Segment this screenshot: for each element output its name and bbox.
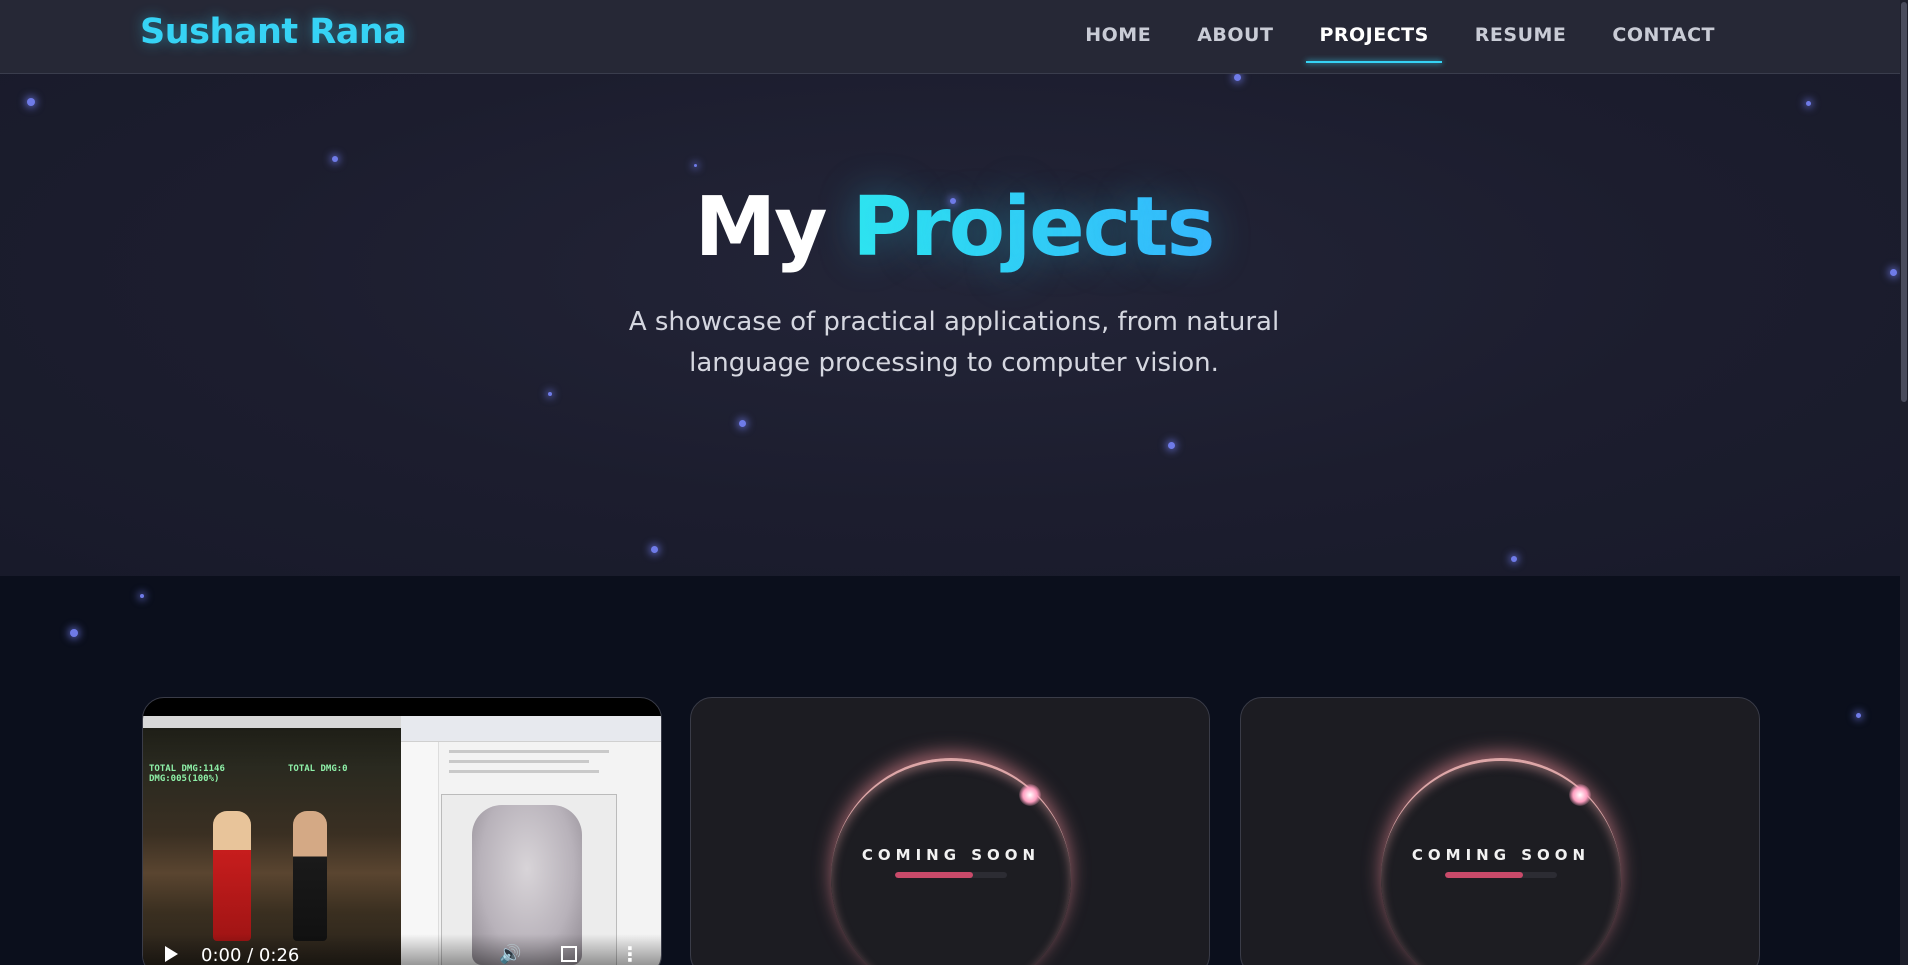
particle-dot [1511, 556, 1517, 562]
project-card-video[interactable]: TOTAL DMG:1146 DMG:005(100%) TOTAL DMG:0… [142, 697, 662, 965]
nav-link-about[interactable]: ABOUT [1174, 0, 1296, 74]
particle-dot [950, 198, 956, 204]
nav-link-projects[interactable]: PROJECTS [1296, 0, 1451, 74]
hero-subtitle: A showcase of practical applications, fr… [628, 307, 1280, 378]
top-nav: Sushant Rana HOME ABOUT PROJECTS RESUME … [0, 0, 1908, 74]
brand-logo[interactable]: Sushant Rana [140, 12, 407, 52]
coming-soon-label: COMING SOON [1411, 846, 1591, 864]
projects-section: TOTAL DMG:1146 DMG:005(100%) TOTAL DMG:0… [0, 576, 1908, 965]
particle-dot [1168, 442, 1175, 449]
progress-fill [895, 872, 974, 878]
hud-right: TOTAL DMG:0 [288, 764, 348, 774]
particle-dot [1890, 269, 1897, 276]
project-video[interactable]: TOTAL DMG:1146 DMG:005(100%) TOTAL DMG:0… [143, 716, 661, 965]
particle-dot [1234, 74, 1241, 81]
particle-dot [651, 546, 658, 553]
nav-link-contact[interactable]: CONTACT [1589, 0, 1738, 74]
particle-dot [739, 420, 746, 427]
fighter-red [213, 811, 251, 941]
light-flare [1569, 784, 1591, 806]
more-options-icon[interactable]: ⋮ [620, 942, 640, 965]
particle-dot [27, 98, 35, 106]
project-card-coming-soon[interactable]: COMING SOON [690, 697, 1210, 965]
explorer-toolbar [401, 716, 661, 742]
nav-links: HOME ABOUT PROJECTS RESUME CONTACT [1062, 0, 1738, 74]
explorer-row [449, 760, 589, 763]
particle-dot [70, 629, 78, 637]
progress-bar [1445, 872, 1557, 878]
video-time: 0:00 / 0:26 [201, 945, 300, 965]
coming-soon-label: COMING SOON [861, 846, 1041, 864]
page-title: My Projects [0, 180, 1908, 275]
particle-dot [548, 392, 552, 396]
particle-dot [694, 164, 697, 167]
title-word-my: My [694, 180, 828, 275]
explorer-sidebar [401, 742, 439, 965]
coming-soon-badge: COMING SOON [1381, 758, 1621, 965]
nav-link-resume[interactable]: RESUME [1452, 0, 1590, 74]
volume-icon[interactable]: 🔊 [499, 944, 521, 965]
particle-dot [1806, 101, 1811, 106]
scrollbar-thumb[interactable] [1901, 2, 1907, 402]
particle-dot [332, 156, 338, 162]
hero-section: My Projects A showcase of practical appl… [0, 74, 1908, 576]
explorer-row [449, 750, 609, 753]
page-scrollbar[interactable] [1900, 0, 1908, 965]
project-card-coming-soon[interactable]: COMING SOON [1240, 697, 1760, 965]
fullscreen-icon[interactable] [561, 946, 577, 962]
game-window-titlebar [143, 716, 401, 728]
title-word-projects: Projects [852, 180, 1215, 275]
coming-soon-badge: COMING SOON [831, 758, 1071, 965]
particle-dot [1856, 713, 1861, 718]
progress-bar [895, 872, 1007, 878]
fighter-dark [293, 811, 327, 941]
progress-fill [1445, 872, 1524, 878]
hud-left: TOTAL DMG:1146 DMG:005(100%) [149, 764, 225, 784]
light-flare [1019, 784, 1041, 806]
game-screen: TOTAL DMG:1146 DMG:005(100%) TOTAL DMG:0 [143, 716, 401, 965]
particle-dot [140, 594, 144, 598]
file-explorer-window [401, 716, 661, 965]
play-icon[interactable] [165, 946, 178, 962]
nav-link-home[interactable]: HOME [1062, 0, 1174, 74]
video-controls: 0:00 / 0:26 🔊 ⋮ [143, 934, 661, 965]
explorer-row [449, 770, 599, 773]
